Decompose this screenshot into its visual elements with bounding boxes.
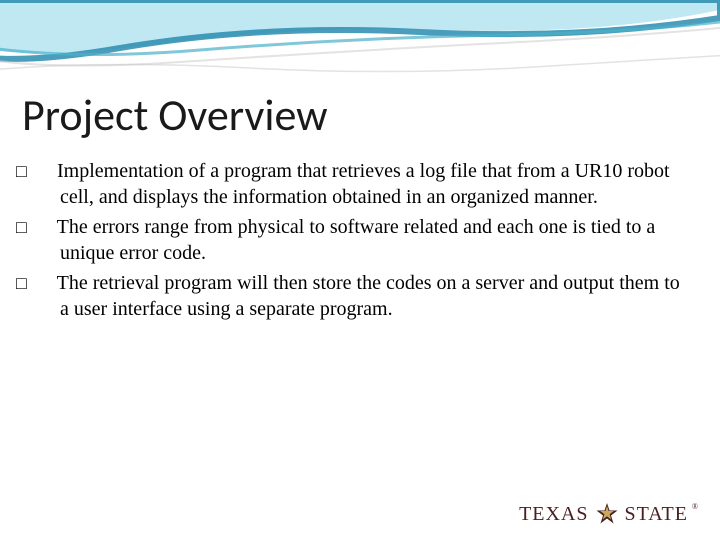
decorative-wave-header: [0, 0, 720, 90]
logo-text-texas: TEXAS: [519, 503, 588, 526]
bullet-marker-icon: □: [38, 272, 52, 295]
bullet-text: The errors range from physical to softwa…: [57, 216, 656, 264]
slide-title: Project Overview: [22, 88, 328, 142]
bullet-marker-icon: □: [38, 160, 52, 183]
bullet-item: □ Implementation of a program that retri…: [38, 158, 682, 210]
star-icon: [595, 502, 619, 526]
bullet-list: □ Implementation of a program that retri…: [38, 158, 682, 326]
bullet-text: The retrieval program will then store th…: [57, 272, 680, 320]
logo-text-state: STATE: [625, 503, 688, 526]
texas-state-logo: TEXAS STATE ®: [519, 502, 700, 526]
trademark-symbol: ®: [692, 502, 698, 511]
bullet-text: Implementation of a program that retriev…: [57, 160, 670, 208]
bullet-item: □ The retrieval program will then store …: [38, 270, 682, 322]
bullet-item: □ The errors range from physical to soft…: [38, 214, 682, 266]
bullet-marker-icon: □: [38, 216, 52, 239]
